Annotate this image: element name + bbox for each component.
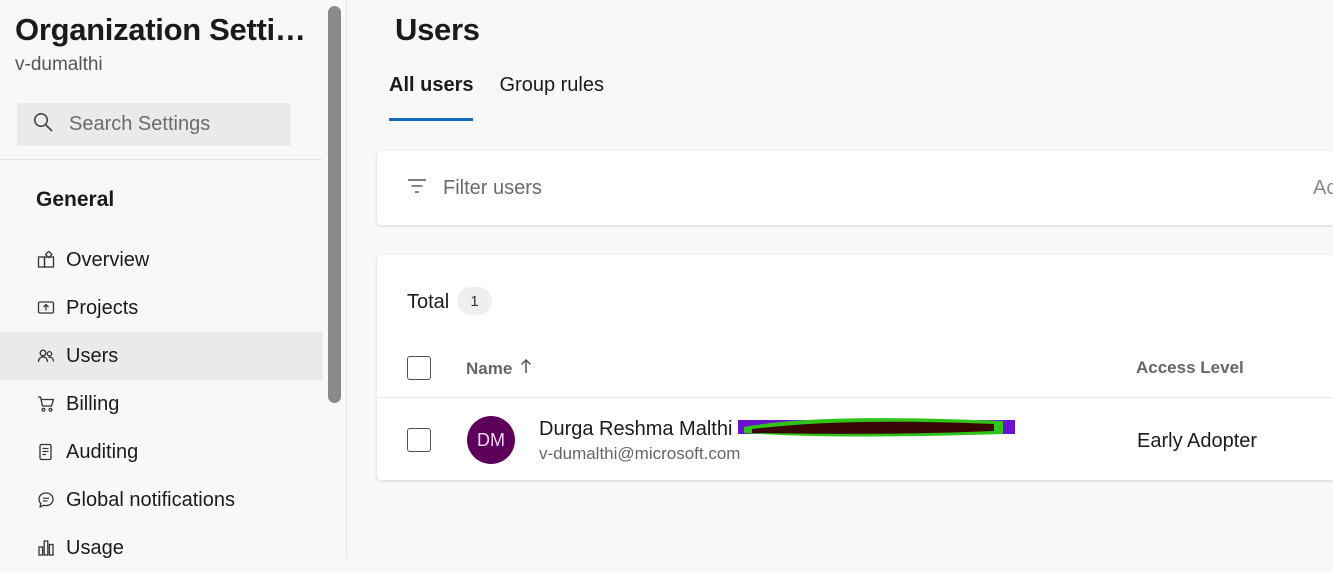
column-header-name-label: Name	[466, 358, 513, 378]
column-header-access-level[interactable]: Access Level	[1136, 358, 1244, 378]
overview-icon	[36, 250, 56, 270]
search-settings-input[interactable]	[67, 112, 277, 137]
org-subtitle: v-dumalthi	[15, 54, 103, 75]
filter-bar-right-action[interactable]: Ac	[1313, 177, 1333, 200]
org-title: Organization Settin...	[15, 12, 315, 47]
sidebar-item-label: Billing	[66, 392, 120, 415]
sidebar-item-users[interactable]: Users	[0, 332, 323, 380]
main-content: Users All users Group rules Ac Total 1 N…	[348, 0, 1333, 559]
section-title-general: General	[36, 188, 115, 211]
sidebar-scrollbar[interactable]	[328, 6, 341, 403]
notifications-icon	[36, 490, 56, 510]
usage-icon	[36, 538, 56, 558]
sidebar-item-label: Users	[66, 344, 119, 367]
select-all-checkbox[interactable]	[407, 356, 431, 380]
column-header-name[interactable]: Name	[466, 358, 532, 379]
filter-icon	[407, 177, 427, 200]
total-count-badge: 1	[457, 287, 492, 315]
page-title: Users	[395, 12, 480, 47]
sidebar-item-label: Global notifications	[66, 488, 235, 511]
sidebar-item-auditing[interactable]: Auditing	[0, 428, 323, 476]
tab-group-rules[interactable]: Group rules	[499, 70, 604, 121]
arrow-up-icon	[520, 358, 532, 379]
projects-icon	[36, 298, 56, 318]
sidebar-item-label: Projects	[66, 296, 139, 319]
users-icon	[36, 346, 56, 366]
filter-users-input[interactable]	[441, 175, 841, 201]
search-settings-box[interactable]	[17, 103, 291, 146]
filter-bar: Ac	[377, 151, 1333, 225]
table-row[interactable]: DM Durga Reshma Malthi v-dumalthi@micros…	[377, 398, 1333, 480]
avatar: DM	[467, 416, 515, 464]
user-email: v-dumalthi@microsoft.com	[539, 444, 741, 463]
user-display-name[interactable]: Durga Reshma Malthi	[539, 418, 732, 441]
total-label: Total	[407, 291, 450, 313]
sidebar-item-label: Overview	[66, 248, 150, 271]
auditing-icon	[36, 442, 56, 462]
table-header: Name Access Level	[377, 343, 1333, 398]
sidebar-item-label: Auditing	[66, 440, 139, 463]
sidebar-item-usage[interactable]: Usage	[0, 524, 323, 572]
row-checkbox[interactable]	[407, 428, 431, 452]
settings-nav: Overview Projects Users Billing Auditing	[0, 236, 323, 572]
users-tabs: All users Group rules	[389, 70, 630, 121]
sidebar-divider	[0, 159, 322, 160]
sidebar-item-label: Usage	[66, 536, 124, 559]
sidebar-item-overview[interactable]: Overview	[0, 236, 323, 284]
sidebar-item-billing[interactable]: Billing	[0, 380, 323, 428]
redaction-mark	[738, 418, 1015, 437]
tab-all-users[interactable]: All users	[389, 70, 474, 121]
user-access-level[interactable]: Early Adopter	[1137, 430, 1257, 453]
sidebar-item-projects[interactable]: Projects	[0, 284, 323, 332]
sidebar-item-global-notifications[interactable]: Global notifications	[0, 476, 323, 524]
search-icon	[33, 112, 53, 137]
users-table-card: Total 1 Name Access Level DM Durga Reshm…	[377, 255, 1333, 480]
settings-sidebar: Organization Settin... v-dumalthi Genera…	[0, 0, 347, 559]
cart-icon	[36, 394, 56, 414]
